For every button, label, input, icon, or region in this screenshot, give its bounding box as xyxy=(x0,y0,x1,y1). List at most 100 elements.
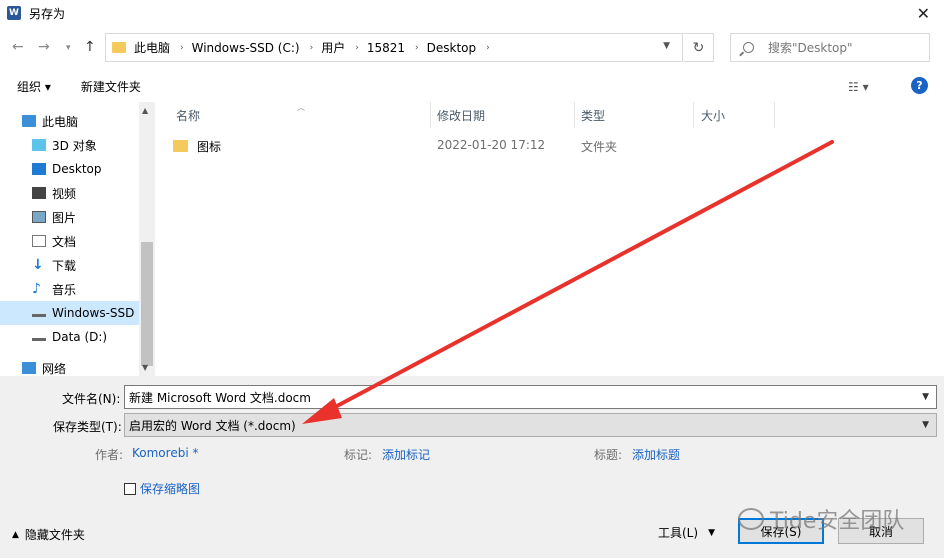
filename-label: 文件名(N): xyxy=(62,392,121,406)
sidebar-item-label: 文档 xyxy=(52,234,77,249)
new-folder-button[interactable]: 新建文件夹 xyxy=(81,78,141,95)
sidebar-item-desktop[interactable]: Desktop xyxy=(0,157,139,181)
watermark: Tide安全团队 xyxy=(738,503,904,535)
network-icon xyxy=(22,362,36,374)
word-app-icon: W xyxy=(7,6,21,20)
sidebar-item-label: 图片 xyxy=(52,210,77,225)
sidebar-item-label: 此电脑 xyxy=(42,114,79,129)
up-arrow-icon[interactable]: ↑ xyxy=(84,39,96,55)
view-options-icon[interactable]: ☷ ▾ xyxy=(848,80,869,94)
toolbar: 组织 ▾ 新建文件夹 ☷ ▾ ? xyxy=(0,70,944,102)
column-divider[interactable] xyxy=(693,102,694,128)
back-arrow-icon[interactable]: ← xyxy=(12,39,24,55)
file-type: 文件夹 xyxy=(581,140,618,154)
file-row[interactable]: 图标 xyxy=(173,136,221,156)
sidebar-item-label: Data (D:) xyxy=(52,330,108,344)
folder-icon xyxy=(112,42,126,53)
sidebar-item-videos[interactable]: 视频 xyxy=(0,181,139,205)
save-thumbnail-checkbox[interactable] xyxy=(124,483,136,495)
sidebar-item-windows-ssd[interactable]: Windows-SSD xyxy=(0,301,139,325)
sidebar-item-documents[interactable]: 文档 xyxy=(0,229,139,253)
sidebar-item-label: Desktop xyxy=(52,162,102,176)
scroll-up-icon[interactable]: ▲ xyxy=(142,106,148,115)
folder-icon xyxy=(173,140,188,152)
chevron-down-icon[interactable]: ▼ xyxy=(922,392,929,402)
refresh-button[interactable]: ↻ xyxy=(684,33,714,62)
sort-up-icon: ︿ xyxy=(297,103,305,112)
pictures-icon xyxy=(32,211,46,223)
column-divider[interactable] xyxy=(574,102,575,128)
save-thumbnail-label[interactable]: 保存缩略图 xyxy=(140,480,200,497)
address-row: ← → ▾ ↑ 此电脑 › Windows-SSD (C:) › 用户 › 15821… xyxy=(0,26,944,70)
breadcrumb-this-pc[interactable]: 此电脑 › xyxy=(134,39,184,56)
drive-icon xyxy=(32,333,46,341)
close-icon[interactable]: ✕ xyxy=(917,4,930,23)
tools-label: 工具(L) xyxy=(658,526,699,540)
video-icon xyxy=(32,187,46,199)
breadcrumb-user[interactable]: 15821 › xyxy=(367,41,419,55)
tags-field[interactable]: 添加标记 xyxy=(382,446,430,463)
download-icon: ↓ xyxy=(32,257,44,273)
chevron-up-icon: ▲ xyxy=(12,529,19,540)
help-icon[interactable]: ? xyxy=(911,77,928,94)
file-list: ︿ 名称 修改日期 类型 大小 图标 2022-01-20 17:12 文件夹 xyxy=(155,102,944,376)
drive-icon xyxy=(32,309,46,317)
sidebar-item-label: 3D 对象 xyxy=(52,138,97,153)
breadcrumb-drive[interactable]: Windows-SSD (C:) › xyxy=(192,41,314,55)
filetype-select[interactable]: 启用宏的 Word 文档 (*.docm) ▼ xyxy=(124,413,937,437)
wechat-icon xyxy=(738,508,764,530)
hide-folders-toggle[interactable]: ▲ 隐藏文件夹 xyxy=(12,526,85,543)
sidebar-item-downloads[interactable]: ↓ 下载 xyxy=(0,253,139,277)
sidebar-item-data-d[interactable]: Data (D:) xyxy=(0,325,139,349)
search-input[interactable]: 搜索"Desktop" xyxy=(730,33,930,62)
column-divider[interactable] xyxy=(774,102,775,128)
hide-folders-label: 隐藏文件夹 xyxy=(24,528,85,542)
author-field[interactable]: Komorebi * xyxy=(132,446,198,460)
sidebar-item-music[interactable]: ♪ 音乐 xyxy=(0,277,139,301)
scrollbar-thumb[interactable] xyxy=(141,242,153,366)
filename-field[interactable]: 新建 Microsoft Word 文档.docm ▼ xyxy=(124,385,937,409)
sidebar-scrollbar[interactable]: ▲ ▼ xyxy=(139,102,155,376)
title-label: 标题: xyxy=(594,448,623,462)
watermark-text: Tide安全团队 xyxy=(770,509,905,534)
sidebar-item-label: 音乐 xyxy=(52,282,77,297)
search-placeholder: 搜索"Desktop" xyxy=(768,41,853,55)
column-header-type[interactable]: 类型 xyxy=(581,102,605,128)
column-header-modified[interactable]: 修改日期 xyxy=(437,102,485,128)
author-label: 作者: xyxy=(95,448,124,462)
sidebar-item-this-pc[interactable]: 此电脑 xyxy=(0,109,139,133)
column-header-size[interactable]: 大小 xyxy=(701,102,725,128)
organize-menu[interactable]: 组织 ▾ xyxy=(17,78,51,95)
file-name: 图标 xyxy=(197,139,222,154)
sidebar-item-pictures[interactable]: 图片 xyxy=(0,205,139,229)
recent-locations-chevron-icon[interactable]: ▾ xyxy=(66,43,71,53)
title-field[interactable]: 添加标题 xyxy=(632,446,680,463)
search-icon xyxy=(743,42,754,53)
title-bar: W 另存为 ✕ xyxy=(0,0,944,26)
computer-icon xyxy=(22,115,36,127)
tags-label: 标记: xyxy=(344,448,373,462)
refresh-icon: ↻ xyxy=(692,39,705,56)
chevron-down-icon: ▼ xyxy=(708,527,715,538)
breadcrumb-desktop[interactable]: Desktop › xyxy=(427,41,490,55)
sidebar-item-label: 网络 xyxy=(42,361,67,376)
desktop-icon xyxy=(32,163,46,175)
navigation-pane: 此电脑 3D 对象 Desktop 视频 图片 文档 ↓ 下载 ♪ 音乐 Win… xyxy=(0,102,155,376)
address-bar[interactable]: 此电脑 › Windows-SSD (C:) › 用户 › 15821 › Deskto… xyxy=(105,33,683,62)
3d-objects-icon xyxy=(32,139,46,151)
scroll-down-icon[interactable]: ▼ xyxy=(142,363,148,372)
music-icon: ♪ xyxy=(32,281,41,297)
forward-arrow-icon[interactable]: → xyxy=(38,39,50,55)
chevron-down-icon[interactable]: ▼ xyxy=(663,41,670,51)
filename-value: 新建 Microsoft Word 文档.docm xyxy=(129,390,311,405)
sidebar-item-label: 下载 xyxy=(52,258,77,273)
tools-menu[interactable]: 工具(L) ▼ xyxy=(658,524,715,541)
breadcrumb-users[interactable]: 用户 › xyxy=(321,39,359,56)
documents-icon xyxy=(32,235,46,247)
filetype-value: 启用宏的 Word 文档 (*.docm) xyxy=(129,418,296,433)
column-header-name[interactable]: 名称 xyxy=(176,102,200,128)
sidebar-item-label: Windows-SSD xyxy=(52,306,135,320)
column-divider[interactable] xyxy=(430,102,431,128)
sidebar-item-3d-objects[interactable]: 3D 对象 xyxy=(0,133,139,157)
chevron-down-icon[interactable]: ▼ xyxy=(922,420,929,430)
